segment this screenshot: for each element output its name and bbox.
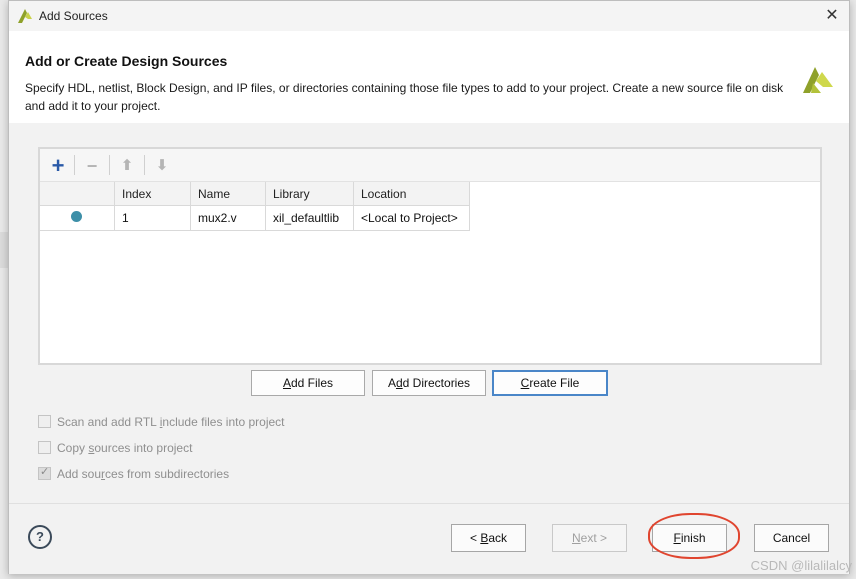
add-subdirs-label: Add sources from subdirectories <box>57 467 230 481</box>
move-down-button[interactable]: ⬇ <box>150 155 174 177</box>
toolbar-divider <box>74 155 75 175</box>
page-description: Specify HDL, netlist, Block Design, and … <box>25 81 784 113</box>
help-button[interactable]: ? <box>28 525 52 549</box>
question-icon: ? <box>36 529 44 544</box>
column-header-location[interactable]: Location <box>353 182 470 206</box>
cancel-button[interactable]: Cancel <box>754 524 829 552</box>
arrow-up-icon: ⬆ <box>120 157 134 174</box>
header: Add or Create Design Sources Specify HDL… <box>9 31 849 123</box>
close-icon: ✕ <box>825 7 839 24</box>
minus-icon: − <box>86 156 98 176</box>
copy-sources-checkbox[interactable] <box>38 441 51 454</box>
back-button[interactable]: < Back <box>451 524 526 552</box>
dialog-footer: ? < Back Next > Finish Cancel <box>9 503 849 574</box>
finish-button[interactable]: Finish <box>652 524 727 552</box>
vivado-logo-icon <box>803 67 833 93</box>
library-cell: xil_defaultlib <box>265 205 354 231</box>
watermark: CSDN @lilalilalcy <box>750 558 852 573</box>
add-source-button[interactable]: + <box>46 155 70 177</box>
column-header-library[interactable]: Library <box>265 182 354 206</box>
title-bar: Add Sources ✕ <box>9 1 849 32</box>
close-button[interactable]: ✕ <box>821 5 843 27</box>
vivado-logo-icon <box>18 9 32 23</box>
plus-icon: + <box>51 153 65 178</box>
scan-rtl-label: Scan and add RTL include files into proj… <box>57 415 285 429</box>
index-cell: 1 <box>114 205 191 231</box>
name-cell: mux2.v <box>190 205 266 231</box>
window-title: Add Sources <box>39 9 108 23</box>
sources-table-panel: + − ⬆ ⬇ Index Name Library Location 1 mu… <box>38 147 822 365</box>
add-directories-button[interactable]: Add Directories <box>372 370 486 396</box>
add-subdirs-checkbox[interactable] <box>38 465 51 480</box>
move-up-button[interactable]: ⬆ <box>115 155 139 177</box>
content-area: + − ⬆ ⬇ Index Name Library Location 1 mu… <box>9 123 849 503</box>
add-files-button[interactable]: Add Files <box>251 370 365 396</box>
table-row[interactable]: 1 mux2.v xil_defaultlib <Local to Projec… <box>40 205 470 231</box>
sources-table: Index Name Library Location 1 mux2.v xil… <box>40 182 470 231</box>
background-app-panel <box>0 232 8 268</box>
copy-sources-label: Copy sources into project <box>57 441 193 455</box>
column-header-name[interactable]: Name <box>190 182 266 206</box>
remove-source-button[interactable]: − <box>80 155 104 177</box>
add-sources-dialog: Add Sources ✕ Add or Create Design Sourc… <box>8 0 850 574</box>
page-title: Add or Create Design Sources <box>25 53 228 69</box>
column-header-status[interactable] <box>40 182 115 206</box>
toolbar-divider <box>109 155 110 175</box>
arrow-down-icon: ⬇ <box>155 157 169 174</box>
status-cell <box>40 205 115 231</box>
next-button: Next > <box>552 524 627 552</box>
table-toolbar: + − ⬆ ⬇ <box>40 149 820 182</box>
scan-rtl-checkbox[interactable] <box>38 415 51 428</box>
toolbar-divider <box>144 155 145 175</box>
location-cell: <Local to Project> <box>353 205 470 231</box>
status-dot-icon <box>71 211 82 222</box>
create-file-button[interactable]: Create File <box>492 370 608 396</box>
table-header-row: Index Name Library Location <box>40 182 470 206</box>
column-header-index[interactable]: Index <box>114 182 191 206</box>
